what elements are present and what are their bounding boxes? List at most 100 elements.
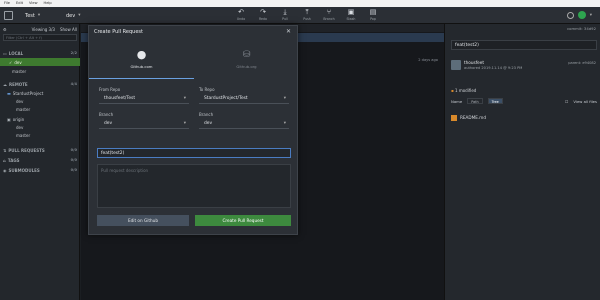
file-icon: ▪ [451,88,454,93]
remote-branch-dev[interactable]: dev [0,97,80,105]
chevron-down-icon: ▾ [37,13,41,18]
to-branch-value: dev [204,121,213,126]
toolbar: Test ▾ dev ▾ ↶ Undo ↷ Redo ⤓ Pull ⤒ Push [0,7,600,24]
author-avatar [451,60,461,70]
sidebar-item-dev[interactable]: ✓ dev [0,58,80,66]
sidebar-section-local[interactable]: ▭ LOCAL 2/2 [0,49,80,57]
pull-label: Pull [282,17,288,21]
section-label: TAGS [7,157,20,163]
undo-button[interactable]: ↶ Undo [233,8,249,21]
to-repo-value: StardustProject/Test [204,96,248,101]
section-count: 0/0 [70,168,77,172]
sidebar-section-submodules[interactable]: ◉ SUBMODULES 0/0 [0,166,80,174]
push-label: Push [303,17,311,21]
authored-date: authored 2019.11.14 @ 9:23 PM [464,66,523,70]
user-avatar[interactable] [577,11,586,19]
branch-label: dev [16,124,24,130]
remote-origin[interactable]: ▣ origin [0,115,80,123]
repo-name: Test [25,12,35,19]
from-branch-label: Branch [99,112,114,117]
branch-icon: ⑂ [326,8,332,16]
close-icon[interactable]: ✕ [286,28,291,35]
modified-label: 1 modified [455,88,477,93]
from-branch-select[interactable]: dev ▾ [99,119,189,129]
branch-button[interactable]: ⑂ Branch [321,8,337,21]
push-button[interactable]: ⤒ Push [299,8,315,21]
tab-github-org[interactable]: ⛁ Github.org [194,39,299,79]
pull-request-title-input[interactable]: feat(test2) [97,148,291,158]
remote-branch-dev[interactable]: dev [0,123,80,131]
view-all-checkbox[interactable]: ☐ [565,99,568,104]
sidebar-item-master[interactable]: master [0,67,80,75]
parent-id[interactable]: parent: e94082 [568,61,596,65]
viewing-count: Viewing 3/3 [31,26,55,32]
menu-file[interactable]: File [4,0,10,7]
repo-folder-icon[interactable] [4,11,13,20]
from-repo-value: thousfeet/Test [104,96,136,101]
remote-branch-master[interactable]: master [0,131,80,139]
sidebar-filter-input[interactable]: Filter (Ctrl + Alt + f) [3,34,77,41]
gear-icon[interactable]: ⚙ [3,27,7,32]
pop-button[interactable]: ▤ Pop [365,8,381,21]
from-repo-select[interactable]: thousfeet/Test ▾ [99,94,189,104]
branch-label: master [16,132,31,138]
file-icon [451,114,457,121]
chevron-down-icon: ▾ [183,96,186,101]
section-count: 0/0 [70,158,77,162]
section-count: 0/0 [70,148,77,152]
chevron-down-icon: ▾ [283,96,286,101]
menu-view[interactable]: View [29,0,38,7]
repo-selector[interactable]: Test ▾ [25,10,40,21]
menu-help[interactable]: Help [44,0,52,7]
database-icon: ⛁ [242,50,251,60]
branch-name: dev [66,12,76,19]
commit-message[interactable]: feat(test2) [451,40,597,50]
file-name: README.md [460,115,486,120]
section-label: SUBMODULES [8,167,40,173]
author-name: thousfeet [464,60,484,65]
pull-request-icon: ⇅ [3,147,7,153]
commit-id: commit: 34d92 [567,26,596,31]
pull-request-description-input[interactable]: Pull request description [97,164,291,208]
to-branch-label: Branch [199,112,214,117]
sidebar-section-tags[interactable]: ⌂ TAGS 0/0 [0,156,80,164]
menu-edit[interactable]: Edit [16,0,23,7]
to-repo-label: To Repo [199,87,215,92]
remote-stardustproject[interactable]: ▬ StardustProject [0,89,80,97]
search-icon[interactable] [566,11,574,19]
left-sidebar: ⚙ Viewing 3/3 Show All Filter (Ctrl + Al… [0,24,80,300]
path-view-button[interactable]: Path [467,98,483,104]
show-all-link[interactable]: Show All [60,27,77,32]
branch-selector[interactable]: dev ▾ [66,10,80,21]
app-window: File Edit View Help Test ▾ dev ▾ ↶ Undo … [0,0,600,300]
stash-button[interactable]: ▣ Stash [343,8,359,21]
create-pull-request-button[interactable]: Create Pull Request [195,215,291,226]
github-icon: ● [136,47,147,61]
sidebar-section-pull-requests[interactable]: ⇅ PULL REQUESTS 0/0 [0,146,80,154]
section-count: 4/4 [70,82,77,86]
undo-icon: ↶ [238,8,244,16]
section-label: REMOTE [9,81,28,87]
edit-on-github-button[interactable]: Edit on Github [97,215,189,226]
tab-github-com[interactable]: ● Github.com [89,39,194,79]
pull-button[interactable]: ⤓ Pull [277,8,293,21]
to-repo-select[interactable]: StardustProject/Test ▾ [199,94,289,104]
remote-label: origin [12,116,25,122]
chevron-down-icon[interactable]: ▾ [590,13,592,18]
to-branch-select[interactable]: dev ▾ [199,119,289,129]
chevron-down-icon: ▾ [283,121,286,126]
remote-branch-master[interactable]: master [0,105,80,113]
tree-view-button[interactable]: Tree [487,98,503,104]
file-row[interactable]: README.md [451,113,597,122]
branch-label: master [12,68,27,74]
laptop-icon: ▭ [3,50,7,56]
toolbar-actions: ↶ Undo ↷ Redo ⤓ Pull ⤒ Push ⑂ Branch ▣ S… [233,8,381,21]
branch-label: dev [16,98,24,104]
redo-button[interactable]: ↷ Redo [255,8,271,21]
provider-tabs: ● Github.com ⛁ Github.org [89,39,299,79]
tab-label: Github.org [236,64,257,69]
sort-label[interactable]: Name [451,99,462,104]
menu-bar: File Edit View Help [0,0,600,7]
sidebar-section-remote[interactable]: ☁ REMOTE 4/4 [0,80,80,88]
create-pull-request-dialog: Create Pull Request ✕ ● Github.com ⛁ Git… [88,25,298,235]
